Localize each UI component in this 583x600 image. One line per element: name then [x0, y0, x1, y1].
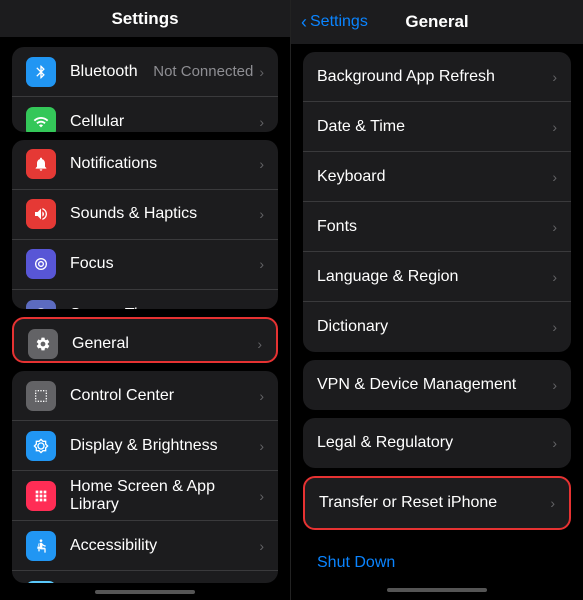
legal-group: Legal & Regulatory ›	[303, 418, 571, 468]
vpn-device-chevron: ›	[552, 377, 557, 393]
dictionary-label: Dictionary	[317, 318, 552, 336]
back-chevron-icon: ‹	[301, 12, 307, 33]
left-home-indicator	[95, 590, 195, 594]
right-time-group: Background App Refresh › Date & Time › K…	[303, 52, 571, 352]
right-header: ‹ Settings General	[291, 0, 583, 44]
cellular-label: Cellular	[70, 113, 259, 131]
right-header-title: General	[405, 12, 468, 32]
dictionary-chevron: ›	[552, 319, 557, 335]
general-row[interactable]: General ›	[14, 319, 276, 363]
language-region-chevron: ›	[552, 269, 557, 285]
bluetooth-chevron: ›	[259, 64, 264, 80]
left-bottom-bar	[0, 583, 290, 600]
legal-regulatory-row[interactable]: Legal & Regulatory ›	[303, 418, 571, 468]
display-brightness-label: Display & Brightness	[70, 437, 259, 455]
focus-icon	[26, 249, 56, 279]
accessibility-label: Accessibility	[70, 537, 259, 555]
home-screen-row[interactable]: Home Screen & App Library ›	[12, 471, 278, 521]
focus-row[interactable]: Focus ›	[12, 240, 278, 290]
bluetooth-row[interactable]: Bluetooth Not Connected ›	[12, 47, 278, 97]
sounds-chevron: ›	[259, 206, 264, 222]
general-group: General ›	[12, 317, 278, 363]
fonts-row[interactable]: Fonts ›	[303, 202, 571, 252]
cellular-icon	[26, 107, 56, 132]
vpn-group: VPN & Device Management ›	[303, 360, 571, 410]
date-time-row[interactable]: Date & Time ›	[303, 102, 571, 152]
general-chevron: ›	[257, 336, 262, 352]
sounds-haptics-label: Sounds & Haptics	[70, 205, 259, 223]
fonts-chevron: ›	[552, 219, 557, 235]
keyboard-row[interactable]: Keyboard ›	[303, 152, 571, 202]
home-screen-chevron: ›	[259, 488, 264, 504]
home-screen-icon	[26, 481, 56, 511]
vpn-device-label: VPN & Device Management	[317, 376, 552, 394]
sounds-haptics-row[interactable]: Sounds & Haptics ›	[12, 190, 278, 240]
shutdown-label: Shut Down	[317, 554, 395, 572]
notifications-chevron: ›	[259, 156, 264, 172]
wallpaper-icon	[26, 581, 56, 583]
left-panel: Settings Bluetooth Not Connected › Cellu…	[0, 0, 291, 600]
screen-time-chevron: ›	[259, 307, 264, 309]
reset-group: Transfer or Reset iPhone ›	[303, 476, 571, 530]
sounds-icon	[26, 199, 56, 229]
back-label: Settings	[310, 13, 368, 31]
cellular-chevron: ›	[259, 114, 264, 130]
background-refresh-row[interactable]: Background App Refresh ›	[303, 52, 571, 102]
accessibility-chevron: ›	[259, 538, 264, 554]
back-button[interactable]: ‹ Settings	[301, 12, 368, 33]
general-label: General	[72, 335, 257, 353]
left-header-title: Settings	[111, 9, 178, 29]
home-screen-label: Home Screen & App Library	[70, 478, 259, 514]
dictionary-row[interactable]: Dictionary ›	[303, 302, 571, 352]
control-center-row[interactable]: Control Center ›	[12, 371, 278, 421]
cellular-row[interactable]: Cellular ›	[12, 97, 278, 132]
bluetooth-value: Not Connected	[153, 63, 253, 80]
fonts-label: Fonts	[317, 218, 552, 236]
notifications-group: Notifications › Sounds & Haptics › Focus…	[12, 140, 278, 309]
screen-time-icon	[26, 300, 56, 309]
keyboard-label: Keyboard	[317, 168, 552, 186]
display-brightness-chevron: ›	[259, 438, 264, 454]
vpn-device-row[interactable]: VPN & Device Management ›	[303, 360, 571, 410]
display-brightness-row[interactable]: Display & Brightness ›	[12, 421, 278, 471]
control-center-icon	[26, 381, 56, 411]
notifications-icon	[26, 149, 56, 179]
bluetooth-label: Bluetooth	[70, 63, 153, 81]
legal-regulatory-label: Legal & Regulatory	[317, 434, 552, 452]
background-refresh-chevron: ›	[552, 69, 557, 85]
screen-time-row[interactable]: Screen Time ›	[12, 290, 278, 309]
language-region-label: Language & Region	[317, 268, 552, 286]
right-bottom-bar	[291, 580, 583, 600]
connectivity-group: Bluetooth Not Connected › Cellular ›	[12, 47, 278, 132]
wallpaper-row[interactable]: Wallpaper ›	[12, 571, 278, 583]
display-brightness-icon	[26, 431, 56, 461]
focus-label: Focus	[70, 255, 259, 273]
right-scroll-area: Background App Refresh › Date & Time › K…	[291, 44, 583, 580]
control-center-chevron: ›	[259, 388, 264, 404]
bluetooth-icon	[26, 57, 56, 87]
date-time-chevron: ›	[552, 119, 557, 135]
shutdown-row[interactable]: Shut Down	[303, 538, 571, 580]
right-home-indicator	[387, 588, 487, 592]
accessibility-row[interactable]: Accessibility ›	[12, 521, 278, 571]
date-time-label: Date & Time	[317, 118, 552, 136]
transfer-reset-chevron: ›	[550, 495, 555, 511]
language-region-row[interactable]: Language & Region ›	[303, 252, 571, 302]
accessibility-icon	[26, 531, 56, 561]
keyboard-chevron: ›	[552, 169, 557, 185]
display-group: Control Center › Display & Brightness › …	[12, 371, 278, 583]
control-center-label: Control Center	[70, 387, 259, 405]
background-refresh-label: Background App Refresh	[317, 68, 552, 86]
right-panel: ‹ Settings General Background App Refres…	[291, 0, 583, 600]
legal-regulatory-chevron: ›	[552, 435, 557, 451]
left-header: Settings	[0, 0, 290, 37]
general-icon	[28, 329, 58, 359]
focus-chevron: ›	[259, 256, 264, 272]
screen-time-label: Screen Time	[70, 306, 259, 309]
notifications-label: Notifications	[70, 155, 259, 173]
notifications-row[interactable]: Notifications ›	[12, 140, 278, 190]
transfer-reset-label: Transfer or Reset iPhone	[319, 494, 550, 512]
transfer-reset-row[interactable]: Transfer or Reset iPhone ›	[305, 478, 569, 528]
